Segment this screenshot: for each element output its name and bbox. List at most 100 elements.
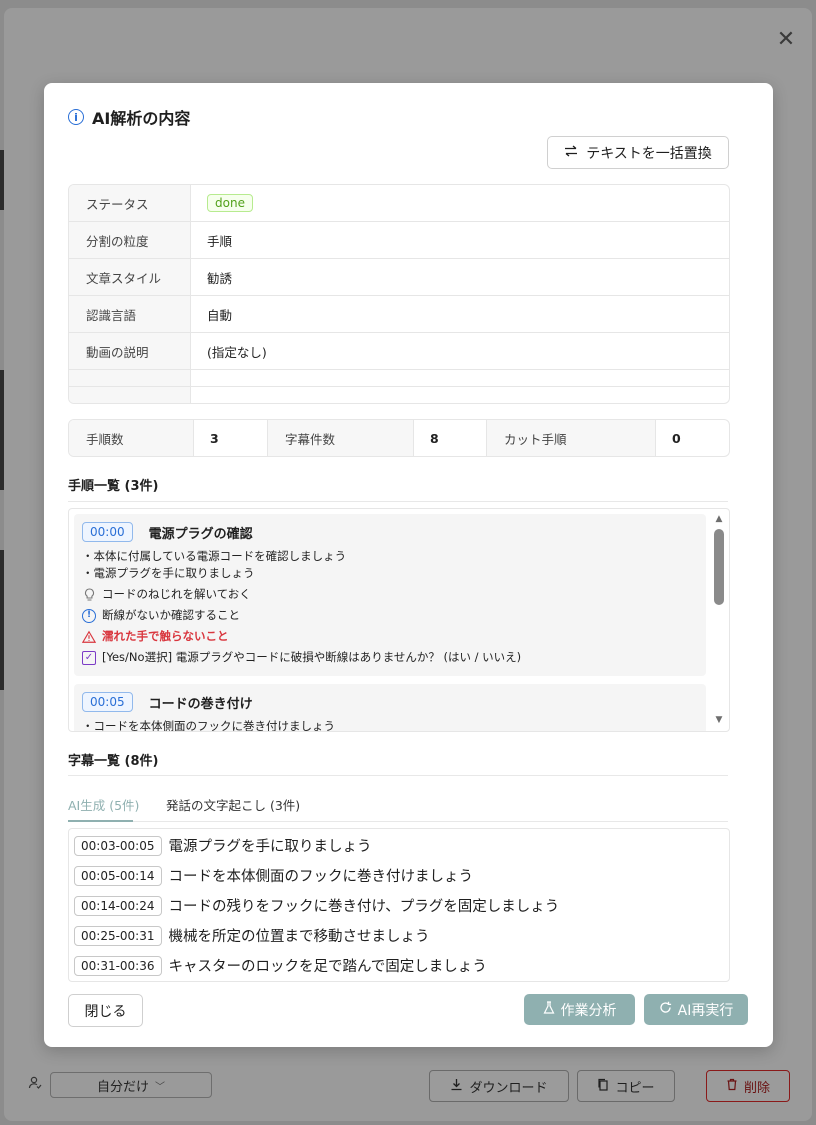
stat-value: 0	[672, 430, 681, 446]
subtitle-time: 00:03-00:05	[74, 835, 162, 856]
stats-table: 手順数 3 字幕件数 8 カット手順 0	[68, 419, 730, 457]
scroll-thumb[interactable]	[714, 529, 724, 605]
modal-header: i AI解析の内容	[68, 105, 190, 129]
note-text: 濡れた手で触らないこと	[102, 629, 229, 643]
detail-label: 分割の粒度	[69, 222, 191, 258]
checkbox-icon: ✓	[82, 650, 96, 665]
step-text-line: ・電源プラグを手に取りましょう	[82, 566, 255, 580]
underlying-edge	[0, 150, 4, 210]
analysis-details-table: ステータス done 分割の粒度 手順 文章スタイル 勧誘 認識言語 自動 動画…	[68, 184, 730, 404]
step-note-info: ! 断線がないか確認すること	[82, 605, 698, 626]
download-label: ダウンロード	[469, 1080, 548, 1096]
detail-value: (指定なし)	[207, 344, 267, 360]
steps-scrollbar[interactable]: ▲ ▼	[711, 509, 727, 731]
subtitles-section-title: 字幕一覧 (8件)	[68, 754, 159, 769]
active-tab-indicator	[68, 820, 133, 822]
delete-button[interactable]: 削除	[706, 1070, 790, 1102]
download-button[interactable]: ダウンロード	[429, 1070, 569, 1102]
step-note-warning: 濡れた手で触らないこと	[82, 626, 698, 647]
subtitle-text: 機械を所定の位置まで移動させましょう	[168, 929, 430, 945]
visibility-select-value: 自分だけ	[96, 1079, 149, 1095]
subtitle-row[interactable]: 00:03-00:05 電源プラグを手に取りましょう	[74, 835, 372, 856]
info-icon: !	[82, 608, 96, 623]
subtitle-time: 00:31-00:36	[74, 955, 162, 976]
ai-analysis-modal: i AI解析の内容 テキストを一括置換 ステータス done 分割の粒度 手順 …	[44, 83, 773, 1047]
detail-row-empty	[69, 387, 729, 403]
detail-row-granularity: 分割の粒度 手順	[69, 222, 729, 259]
info-icon: i	[68, 109, 84, 125]
detail-row-style: 文章スタイル 勧誘	[69, 259, 729, 296]
stat-value: 3	[194, 420, 268, 456]
detail-value	[191, 370, 729, 386]
subtitle-tabs: AI生成 (5件) 発話の文字起こし (3件)	[68, 787, 728, 822]
divider	[68, 775, 728, 776]
trash-icon	[726, 1078, 738, 1095]
tab-transcription[interactable]: 発話の文字起こし (3件)	[166, 795, 300, 814]
detail-value	[191, 387, 729, 403]
ai-rerun-button[interactable]: AI再実行	[644, 994, 748, 1025]
step-time-tag[interactable]: 00:00	[82, 522, 133, 542]
stat-label: 字幕件数	[268, 420, 414, 456]
work-analysis-button[interactable]: 作業分析	[524, 994, 635, 1025]
lightbulb-icon	[82, 587, 96, 602]
step-card: 00:05 コードの巻き付け ・コードを本体側面のフックに巻き付けましょう	[74, 684, 706, 732]
panel-close-icon[interactable]: ✕	[776, 29, 796, 51]
note-text: [Yes/No選択] 電源プラグやコードに破損や断線はありませんか？ (はい /…	[102, 650, 522, 664]
bulk-replace-label: テキストを一括置換	[586, 145, 712, 162]
underlying-action-bar: 自分だけ ﹀ ダウンロード コピー 削除	[0, 1064, 816, 1108]
subtitle-text: コードを本体側面のフックに巻き付けましょう	[168, 869, 474, 885]
detail-label: ステータス	[69, 185, 191, 221]
subtitle-time: 00:25-00:31	[74, 925, 162, 946]
detail-value: done	[191, 185, 729, 221]
detail-row-empty	[69, 370, 729, 387]
steps-section-title: 手順一覧 (3件)	[68, 479, 159, 494]
divider	[68, 501, 728, 502]
stat-value: 8	[414, 420, 487, 456]
underlying-edge	[0, 370, 4, 490]
subtitle-text: 電源プラグを手に取りましょう	[168, 839, 372, 855]
detail-value: 自動	[207, 307, 233, 323]
detail-row-status: ステータス done	[69, 185, 729, 222]
work-analysis-label: 作業分析	[560, 1002, 617, 1019]
bulk-replace-button[interactable]: テキストを一括置換	[547, 136, 729, 169]
subtitle-list[interactable]: 00:03-00:05 電源プラグを手に取りましょう 00:05-00:14 コ…	[68, 828, 730, 982]
swap-icon	[564, 145, 578, 161]
subtitle-row[interactable]: 00:14-00:24 コードの残りをフックに巻き付け、プラグを固定しましょう	[74, 895, 559, 916]
subtitle-row[interactable]: 00:31-00:36 キャスターのロックを足で踏んで固定しましょう	[74, 955, 487, 976]
visibility-select[interactable]: 自分だけ ﹀	[50, 1072, 212, 1098]
detail-label: 認識言語	[69, 296, 191, 332]
scroll-up-icon[interactable]: ▲	[714, 515, 724, 524]
step-note-tip: コードのねじれを解いておく	[82, 584, 698, 605]
detail-label	[69, 370, 191, 386]
close-button[interactable]: 閉じる	[68, 994, 143, 1027]
subtitle-row[interactable]: 00:25-00:31 機械を所定の位置まで移動させましょう	[74, 925, 430, 946]
underlying-edge	[0, 550, 4, 690]
stat-label: カット手順	[487, 420, 656, 456]
detail-value: 勧誘	[207, 270, 233, 286]
subtitle-text: キャスターのロックを足で踏んで固定しましょう	[168, 959, 487, 975]
subtitle-row[interactable]: 00:05-00:14 コードを本体側面のフックに巻き付けましょう	[74, 865, 473, 886]
detail-label	[69, 387, 191, 403]
copy-icon	[597, 1078, 609, 1095]
step-text-line: ・コードを本体側面のフックに巻き付けましょう	[82, 719, 335, 732]
step-note-check: ✓ [Yes/No選択] 電源プラグやコードに破損や断線はありませんか？ (はい…	[82, 647, 698, 668]
detail-value: 手順	[207, 233, 233, 249]
detail-row-description: 動画の説明 (指定なし)	[69, 333, 729, 370]
flask-icon	[543, 1001, 555, 1018]
chevron-down-icon: ﹀	[155, 1081, 165, 1093]
user-visibility-icon	[28, 1076, 44, 1092]
step-time-tag[interactable]: 00:05	[82, 692, 133, 712]
copy-button[interactable]: コピー	[577, 1070, 675, 1102]
download-icon	[450, 1078, 463, 1095]
step-text-line: ・本体に付属している電源コードを確認しましょう	[82, 549, 347, 563]
tab-ai-generated[interactable]: AI生成 (5件)	[68, 795, 139, 814]
detail-label: 動画の説明	[69, 333, 191, 369]
status-badge: done	[207, 194, 253, 212]
step-title: 電源プラグの確認	[148, 526, 253, 542]
steps-list[interactable]: 00:00 電源プラグの確認 ・本体に付属している電源コードを確認しましょう ・…	[68, 508, 730, 732]
detail-label: 文章スタイル	[69, 259, 191, 295]
detail-row-language: 認識言語 自動	[69, 296, 729, 333]
copy-label: コピー	[615, 1080, 655, 1096]
scroll-down-icon[interactable]: ▼	[714, 716, 724, 725]
subtitle-time: 00:05-00:14	[74, 865, 162, 886]
